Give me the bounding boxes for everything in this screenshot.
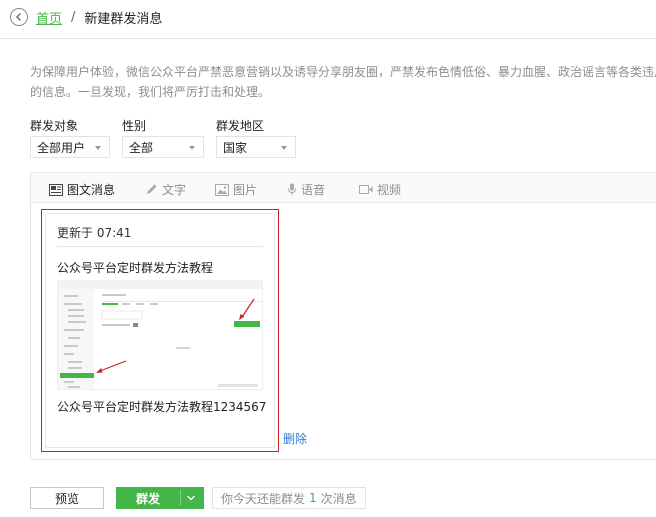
tab-voice[interactable]: 语音 <box>287 181 325 198</box>
send-button-label: 群发 <box>135 491 160 506</box>
tab-news-label: 图文消息 <box>67 183 116 197</box>
breadcrumb-separator: / <box>71 9 76 25</box>
tab-image-label: 图片 <box>233 183 258 197</box>
region-select[interactable]: 国家 <box>216 136 296 158</box>
article-card-body: 更新于 07:41 公众号平台定时群发方法教程 公众号平台定时群发方法教程123… <box>45 213 275 448</box>
page-title: 新建群发消息 <box>84 11 163 27</box>
gender-select-value: 全部 <box>129 140 154 155</box>
tab-video[interactable]: 视频 <box>359 181 401 198</box>
tab-voice-label: 语音 <box>301 183 326 197</box>
breadcrumb: 首页 / 新建群发消息 <box>10 6 162 28</box>
send-quota-info: 你今天还能群发 1 次消息 <box>212 487 366 509</box>
microphone-icon <box>288 183 296 195</box>
target-select-value: 全部用户 <box>37 140 86 155</box>
preview-button[interactable]: 预览 <box>30 487 104 509</box>
gender-select[interactable]: 全部 <box>122 136 204 158</box>
chevron-down-icon <box>95 146 101 150</box>
target-select[interactable]: 全部用户 <box>30 136 110 158</box>
article-title: 公众号平台定时群发方法教程 <box>57 261 214 275</box>
filter-region: 群发地区 国家 <box>216 118 296 158</box>
quota-suffix: 次消息 <box>320 491 357 506</box>
chevron-down-icon[interactable] <box>186 492 196 504</box>
article-summary: 公众号平台定时群发方法教程1234567 <box>57 400 267 414</box>
chevron-down-icon <box>281 146 287 150</box>
tab-video-label: 视频 <box>377 183 402 197</box>
article-card[interactable]: 更新于 07:41 公众号平台定时群发方法教程 公众号平台定时群发方法教程123… <box>41 209 279 452</box>
tab-text[interactable]: 文字 <box>145 181 186 198</box>
back-arrow-icon[interactable] <box>10 8 28 26</box>
filter-region-label: 群发地区 <box>216 119 265 133</box>
action-bar: 预览 群发 你今天还能群发 1 次消息 <box>30 487 366 509</box>
article-updated-time: 更新于 07:41 <box>57 226 132 240</box>
video-icon <box>359 185 373 194</box>
filter-target-label: 群发对象 <box>30 119 79 133</box>
header-divider <box>0 38 656 39</box>
policy-notice: 为保障用户体验，微信公众平台严禁恶意营销以及诱导分享朋友圈，严禁发布色情低俗、暴… <box>30 62 656 102</box>
tab-news[interactable]: 图文消息 <box>49 181 115 198</box>
tab-image[interactable]: 图片 <box>215 181 257 198</box>
article-cover-image <box>57 280 263 390</box>
delete-article-link[interactable]: 删除 <box>283 430 307 447</box>
image-icon <box>215 183 229 196</box>
chevron-down-icon <box>189 146 195 150</box>
filter-gender: 性别 全部 <box>122 118 204 158</box>
filter-target: 群发对象 全部用户 <box>30 118 110 158</box>
quota-prefix: 你今天还能群发 <box>221 491 306 506</box>
send-button[interactable]: 群发 <box>116 487 204 509</box>
article-divider <box>57 246 263 247</box>
policy-notice-line-2: 的信息。一旦发现，我们将严厉打击和处理。 <box>30 85 271 99</box>
message-editor: 图文消息 文字 图片 语音 视频 更新于 07:41 公众号平台定时群发方法教程… <box>30 172 656 460</box>
tab-text-label: 文字 <box>162 183 187 197</box>
policy-notice-line-1: 为保障用户体验，微信公众平台严禁恶意营销以及诱导分享朋友圈，严禁发布色情低俗、暴… <box>30 65 656 79</box>
send-button-divider <box>180 490 181 506</box>
region-select-value: 国家 <box>223 140 248 155</box>
filter-gender-label: 性别 <box>122 119 147 133</box>
news-icon <box>49 183 63 196</box>
breadcrumb-home-link[interactable]: 首页 <box>36 8 62 27</box>
message-type-tabs: 图文消息 文字 图片 语音 视频 <box>31 173 656 203</box>
pen-icon <box>147 184 157 194</box>
quota-count: 1 <box>309 491 317 505</box>
